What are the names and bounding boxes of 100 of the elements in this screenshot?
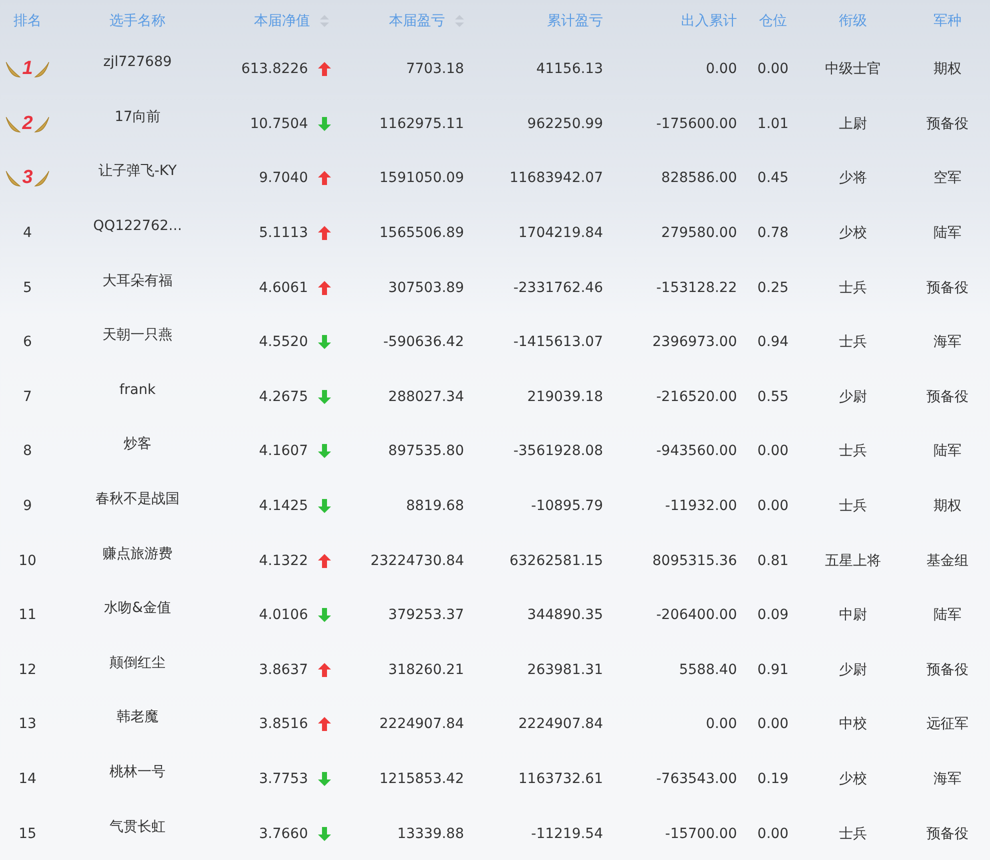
table-cell: 2224907.84 (379, 716, 464, 732)
table-cell: 海军 (934, 333, 962, 352)
column-header[interactable]: 本届盈亏 (389, 12, 445, 30)
table-cell: 13339.88 (397, 826, 464, 842)
table-cell: -153128.22 (656, 280, 737, 296)
rank-number: 2 (22, 112, 33, 135)
table-cell: 预备役 (926, 278, 968, 297)
table-cell: -590636.42 (383, 334, 464, 350)
table-cell: -2331762.46 (513, 280, 603, 296)
rank-number: 14 (18, 771, 36, 788)
table-cell: -206400.00 (656, 607, 737, 624)
table-cell: 五星上将 (825, 552, 881, 570)
rank-number: 11 (18, 607, 36, 624)
table-cell: 预备役 (926, 388, 968, 406)
table-cell: 士兵 (839, 278, 867, 297)
table-cell: 63262581.15 (509, 552, 603, 569)
table-cell: -216520.00 (656, 388, 737, 405)
net-value: 4.6061 (259, 280, 308, 296)
column-header: 军种 (934, 12, 962, 30)
table-cell: 0.91 (757, 662, 789, 678)
rank-number: 4 (23, 225, 32, 242)
player-name: 大耳朵有福 (102, 272, 172, 290)
wing-icon (34, 168, 50, 188)
net-value: 3.7660 (259, 826, 308, 842)
table-cell: 962250.99 (527, 116, 603, 132)
net-value: 4.0106 (259, 607, 308, 624)
table-cell: 288027.34 (388, 388, 464, 405)
table-cell: 279580.00 (661, 225, 737, 242)
player-name: QQ122762... (93, 218, 182, 234)
player-name: 桃林一号 (110, 763, 166, 782)
table-cell: 少将 (839, 169, 867, 188)
rank-number: 8 (23, 443, 32, 460)
column-header[interactable]: 本届净值 (254, 12, 310, 30)
net-value: 613.8226 (241, 61, 308, 78)
table-cell: 0.81 (757, 552, 789, 569)
table-cell: -11219.54 (531, 826, 603, 842)
table-cell: 897535.80 (388, 443, 464, 460)
rank-number: 9 (23, 498, 32, 514)
table-cell: 预备役 (926, 114, 968, 133)
table-cell: 1.01 (757, 116, 789, 132)
table-cell: 0.78 (757, 225, 789, 242)
table-cell: 1591050.09 (379, 170, 464, 186)
table-cell: 中尉 (839, 606, 867, 624)
table-cell: 期权 (934, 497, 962, 516)
table-cell: -943560.00 (656, 443, 737, 460)
table-cell: 8095315.36 (652, 552, 737, 569)
player-name: 气贯长虹 (110, 818, 166, 836)
table-cell: 少校 (839, 770, 867, 788)
table-cell: 0.94 (757, 334, 789, 350)
player-name: 让子弹飞-KY (98, 162, 177, 180)
table-cell: 0.25 (757, 280, 789, 296)
table-cell: 5588.40 (679, 662, 737, 678)
player-name: 水吻&金值 (104, 599, 171, 618)
table-cell: -10895.79 (531, 498, 603, 514)
table-cell: -175600.00 (656, 116, 737, 132)
table-cell: 0.19 (757, 771, 789, 788)
rank-number: 5 (23, 280, 32, 296)
table-cell: 士兵 (839, 333, 867, 352)
table-cell: -11932.00 (665, 498, 737, 514)
net-value: 3.7753 (259, 771, 308, 788)
table-cell: 0.00 (706, 716, 737, 732)
table-cell: 2396973.00 (652, 334, 737, 350)
table-cell: 0.45 (757, 170, 789, 186)
player-name: 韩老魔 (116, 708, 158, 726)
player-name: 天朝一只燕 (102, 326, 172, 344)
table-cell: 陆军 (934, 224, 962, 242)
table-cell: 陆军 (934, 442, 962, 460)
table-cell: 0.00 (706, 61, 737, 78)
table-cell: 远征军 (926, 715, 968, 734)
table-cell: 263981.31 (527, 662, 603, 678)
table-cell: 8819.68 (406, 498, 464, 514)
rank-number: 3 (22, 167, 33, 190)
table-cell: 1704219.84 (518, 225, 603, 242)
player-name: frank (119, 382, 156, 398)
table-cell: 0.00 (757, 61, 789, 78)
table-cell: 少校 (839, 224, 867, 242)
table-cell: 期权 (934, 60, 962, 78)
table-cell: 空军 (934, 169, 962, 188)
column-header: 出入累计 (681, 12, 737, 30)
wing-icon (5, 168, 22, 188)
net-value: 4.5520 (259, 334, 308, 350)
wing-icon (34, 59, 50, 80)
table-cell: 士兵 (839, 442, 867, 460)
rank-number: 6 (23, 334, 32, 350)
player-name: 春秋不是战国 (96, 490, 180, 508)
table-cell: 中校 (839, 715, 867, 734)
table-cell: 少尉 (839, 660, 867, 679)
table-cell: 307503.89 (388, 280, 464, 296)
player-name: 炒客 (124, 435, 152, 454)
net-value: 4.2675 (259, 388, 308, 405)
table-cell: 上尉 (839, 114, 867, 133)
table-cell: -15700.00 (665, 826, 737, 842)
net-value: 3.8516 (259, 716, 308, 732)
table-cell: 1565506.89 (379, 225, 464, 242)
net-value: 4.1322 (259, 552, 308, 569)
table-cell: 828586.00 (661, 170, 737, 186)
table-cell: 海军 (934, 770, 962, 788)
player-name: zjl727689 (103, 54, 172, 70)
table-cell: 7703.18 (406, 61, 464, 78)
table-cell: 219039.18 (527, 388, 603, 405)
